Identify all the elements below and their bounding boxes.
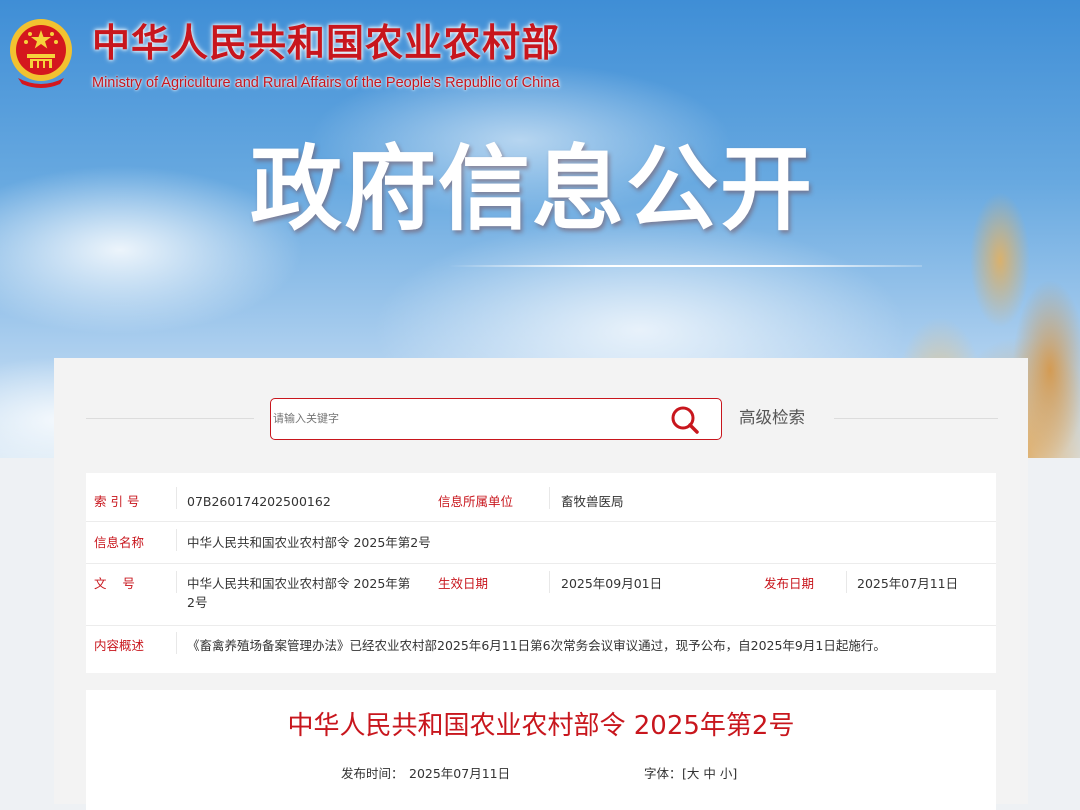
- article-section: 中华人民共和国农业农村部令 2025年第2号 发布时间： 2025年07月11日…: [86, 690, 996, 810]
- publish-time-label: 发布时间：: [341, 766, 404, 781]
- doc-number-value-line2: 2号: [187, 595, 208, 610]
- name-label: 信息名称: [94, 535, 145, 550]
- decorative-line-right: [834, 418, 998, 419]
- doc-number-label: 文 号: [94, 576, 135, 591]
- meta-row-index: 索 引 号 07B260174202500162 信息所属单位 畜牧兽医局: [86, 473, 996, 522]
- unit-label: 信息所属单位: [438, 494, 514, 509]
- decorative-line-left: [86, 418, 254, 419]
- national-emblem-icon: [10, 19, 72, 88]
- cell-separator: [176, 487, 177, 509]
- font-size-label: 字体：: [644, 766, 682, 781]
- site-title: 中华人民共和国农业农村部: [92, 20, 561, 65]
- publish-date-value: 2025年07月11日: [857, 576, 959, 591]
- article-title: 中华人民共和国农业农村部令 2025年第2号: [287, 711, 795, 741]
- search-box: [270, 398, 722, 440]
- unit-value: 畜牧兽医局: [561, 494, 624, 509]
- banner-title: 政府信息公开: [250, 136, 815, 243]
- cell-separator: [846, 571, 847, 593]
- name-value: 中华人民共和国农业农村部令 2025年第2号: [187, 535, 431, 550]
- publish-date-label: 发布日期: [764, 576, 815, 591]
- summary-label: 内容概述: [94, 638, 145, 653]
- index-value: 07B260174202500162: [187, 494, 331, 509]
- cell-separator: [176, 529, 177, 551]
- meta-row-doc: 文 号 中华人民共和国农业农村部令 2025年第 2号 生效日期 2025年09…: [86, 563, 996, 626]
- search-bar: 高级检索: [54, 358, 1028, 470]
- search-input[interactable]: [273, 401, 653, 436]
- cell-separator: [176, 632, 177, 654]
- cell-separator: [549, 571, 550, 593]
- doc-number-value-line1: 中华人民共和国农业农村部令 2025年第: [187, 576, 411, 591]
- site-subtitle: Ministry of Agriculture and Rural Affair…: [92, 75, 560, 91]
- metadata-table: 索 引 号 07B260174202500162 信息所属单位 畜牧兽医局 信息…: [86, 473, 996, 673]
- meta-row-summary: 内容概述 《畜禽养殖场备案管理办法》已经农业农村部2025年6月11日第6次常务…: [86, 625, 996, 673]
- cell-separator: [549, 487, 550, 509]
- banner-divider: [448, 265, 922, 267]
- summary-value: 《畜禽养殖场备案管理办法》已经农业农村部2025年6月11日第6次常务会议审议通…: [187, 638, 886, 653]
- advanced-search-link[interactable]: 高级检索: [739, 406, 805, 430]
- content-panel: 高级检索 索 引 号 07B260174202500162 信息所属单位 畜牧兽…: [54, 358, 1028, 810]
- cell-separator: [176, 571, 177, 593]
- effective-date-label: 生效日期: [438, 576, 489, 591]
- effective-date-value: 2025年09月01日: [561, 576, 663, 591]
- search-icon[interactable]: [667, 404, 703, 436]
- index-label: 索 引 号: [94, 494, 140, 509]
- font-size-options[interactable]: [大 中 小]: [682, 765, 737, 783]
- meta-row-name: 信息名称 中华人民共和国农业农村部令 2025年第2号: [86, 521, 996, 564]
- publish-time-value: 2025年07月11日: [409, 766, 511, 781]
